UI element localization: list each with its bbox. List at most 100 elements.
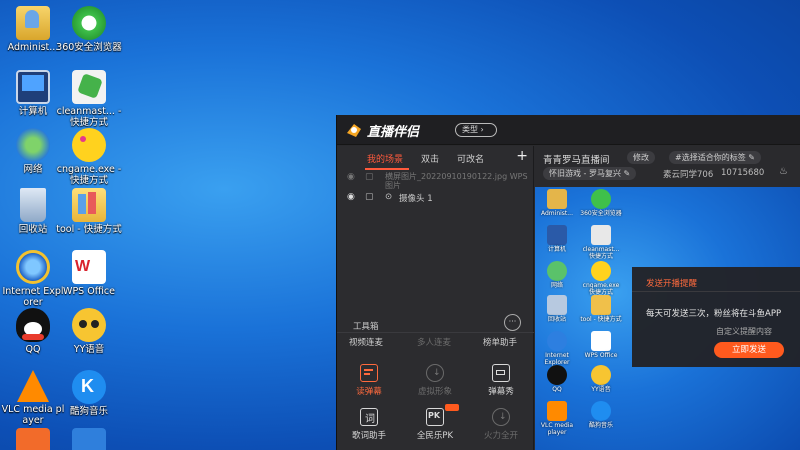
preview-icon: tool - 快捷方式 [579,295,623,323]
desktop-icon-label: 360安全浏览器 [56,42,122,53]
ie-icon [16,250,50,284]
toolbox-title: 工具箱 [353,322,379,332]
pencil-icon: ✎ [623,169,631,178]
tool-pk[interactable]: PK 全民乐PK [403,404,467,441]
preview-icon: QQ [535,365,579,393]
lock-icon[interactable]: ▢ [365,172,374,182]
tool-read-danmu[interactable]: 读弹幕 [337,364,401,397]
new-badge [445,404,459,411]
folder-icon [72,188,106,222]
download-icon: ↓ [492,408,510,426]
preview-icon: Internet Explorer [535,331,579,366]
room-title: 青青罗马直播间 [543,155,610,166]
tv-icon [492,364,510,382]
lock-icon[interactable]: ▢ [365,192,374,202]
preview-icon: Administ... [535,189,579,217]
toolbox-divider [337,332,534,333]
desktop-icon-label: cngame.exe - 快捷方式 [56,164,122,186]
room-info-bar: 青青罗马直播间 修改 #选择适合你的标签 ✎ 怀旧游戏 - 罗马复兴 ✎ 素云同… [535,146,800,186]
tool-video-link[interactable]: 视频连麦 [349,336,383,348]
tool-virtual-avatar[interactable]: ↓ 虚拟形象 [403,364,467,397]
tool-full-power[interactable]: ↓ 火力全开 [469,408,533,441]
desktop-icon-kugou[interactable]: K 酷狗音乐 [56,370,122,417]
mode-label: 类型 [462,125,478,134]
tool-label: 弹幕秀 [488,387,514,397]
computer-icon [16,70,50,104]
tool-label: 火力全开 [483,431,518,441]
popup-divider [632,291,800,292]
custom-reminder-link[interactable]: 自定义提醒内容 [716,326,772,337]
desktop-icon-wps[interactable]: W WPS Office [56,250,122,297]
send-now-button[interactable]: 立即发送 [714,342,784,358]
bird-icon [16,428,50,450]
broom-icon [72,70,106,104]
tool-label: 读弹幕 [356,387,382,397]
mode-button[interactable]: 类型 › [455,123,497,137]
source-row-camera[interactable]: ◉ ▢ ⊙ 摄像头 1 [337,190,534,208]
source-name: 摄像头 1 [399,194,433,204]
live-companion-window: 直播伴侣 类型 › 我的场景 双击 可改名 + ◉ ▢ 横屏图片_2022091… [336,115,800,450]
tool-label: 虚拟形象 [417,387,452,397]
room-author: 素云同学706 [663,170,714,180]
browser-360-icon [72,6,106,40]
pencil-icon: ✎ [748,153,755,162]
tag-select-button[interactable]: #选择适合你的标签 ✎ [669,151,761,164]
live-reminder-popup: 发送开播提醒 每天可发送三次，粉丝将在斗鱼APP 自定义提醒内容 立即发送 [632,267,800,367]
lyrics-icon: 词 [360,408,378,426]
tab-double-click[interactable]: 双击 [421,152,439,165]
tag-label: #选择适合你的标签 [675,153,746,162]
category-label: 怀旧游戏 - 罗马复兴 [549,169,621,178]
tool-lyrics-helper[interactable]: 词 歌词助手 [337,408,401,441]
recycle-bin-icon [20,188,46,222]
app-title: 直播伴侣 [367,125,420,140]
preview-icon: cngame.exe 快捷方式 [579,261,623,296]
desktop-icon-label: 酷狗音乐 [69,406,108,417]
preview-icon: 回收站 [535,295,579,323]
source-name: 横屏图片_20220910190122.jpg WPS图片 [385,172,528,190]
preview-icon: VLC media player [535,401,579,436]
user-folder-icon [16,6,50,40]
desktop-icon-cleanmaster[interactable]: cleanmast... - 快捷方式 [56,70,122,128]
desktop-icon-cngame[interactable]: cngame.exe - 快捷方式 [56,128,122,186]
app-logo-icon [345,121,363,139]
preview-icon: YY语音 [579,365,623,393]
eye-hidden-icon[interactable]: ◉ [347,172,355,182]
preview-icon: 计算机 [535,225,579,253]
swallow-icon [72,428,106,450]
source-row-image[interactable]: ◉ ▢ 横屏图片_20220910190122.jpg WPS图片 [337,170,534,190]
more-tools-button[interactable]: ··· [504,314,521,331]
wps-icon: W [72,250,106,284]
desktop-icon-label: tool - 快捷方式 [56,224,122,235]
desktop-icon-label: WPS Office [63,286,115,297]
desktop-icon-tool[interactable]: tool - 快捷方式 [56,188,122,235]
eye-icon[interactable]: ◉ [347,192,355,202]
scene-tabs: 我的场景 双击 可改名 + [337,148,534,168]
preview-icon: 360安全浏览器 [579,189,623,217]
popup-title: 发送开播提醒 [646,279,698,289]
preview-icon: WPS Office [579,331,623,359]
popup-message: 每天可发送三次，粉丝将在斗鱼APP [646,309,782,319]
desktop-icon-swallow[interactable] [56,428,122,450]
vlc-cone-icon [17,370,49,402]
preview-icon: cleanmast... 快捷方式 [579,225,623,260]
chevron-right-icon: › [480,125,484,134]
stream-preview: Administ... 360安全浏览器 计算机 cleanmast... 快捷… [535,187,800,450]
tool-rank-helper[interactable]: 榜单助手 [483,336,517,348]
add-scene-button[interactable]: + [516,148,528,164]
edit-room-button[interactable]: 修改 [627,151,655,164]
app-title-bar: 直播伴侣 类型 › [337,115,800,145]
tab-rename[interactable]: 可改名 [457,152,484,165]
category-button[interactable]: 怀旧游戏 - 罗马复兴 ✎ [543,167,637,180]
tool-label: 歌词助手 [351,431,386,441]
desktop-icon-yy[interactable]: YY语音 [56,308,122,355]
yy-icon [72,308,106,342]
desktop-icon-360-browser[interactable]: 360安全浏览器 [56,6,122,53]
qq-penguin-icon [16,308,50,342]
pk-icon: PK [426,408,444,426]
download-icon: ↓ [426,364,444,382]
tab-my-scenes[interactable]: 我的场景 [367,152,403,165]
pacman-icon [72,128,106,162]
tool-danmu-show[interactable]: 弹幕秀 [469,364,533,397]
tool-multi-link[interactable]: 多人连麦 [417,336,451,348]
desktop-icon-label: YY语音 [73,344,105,355]
